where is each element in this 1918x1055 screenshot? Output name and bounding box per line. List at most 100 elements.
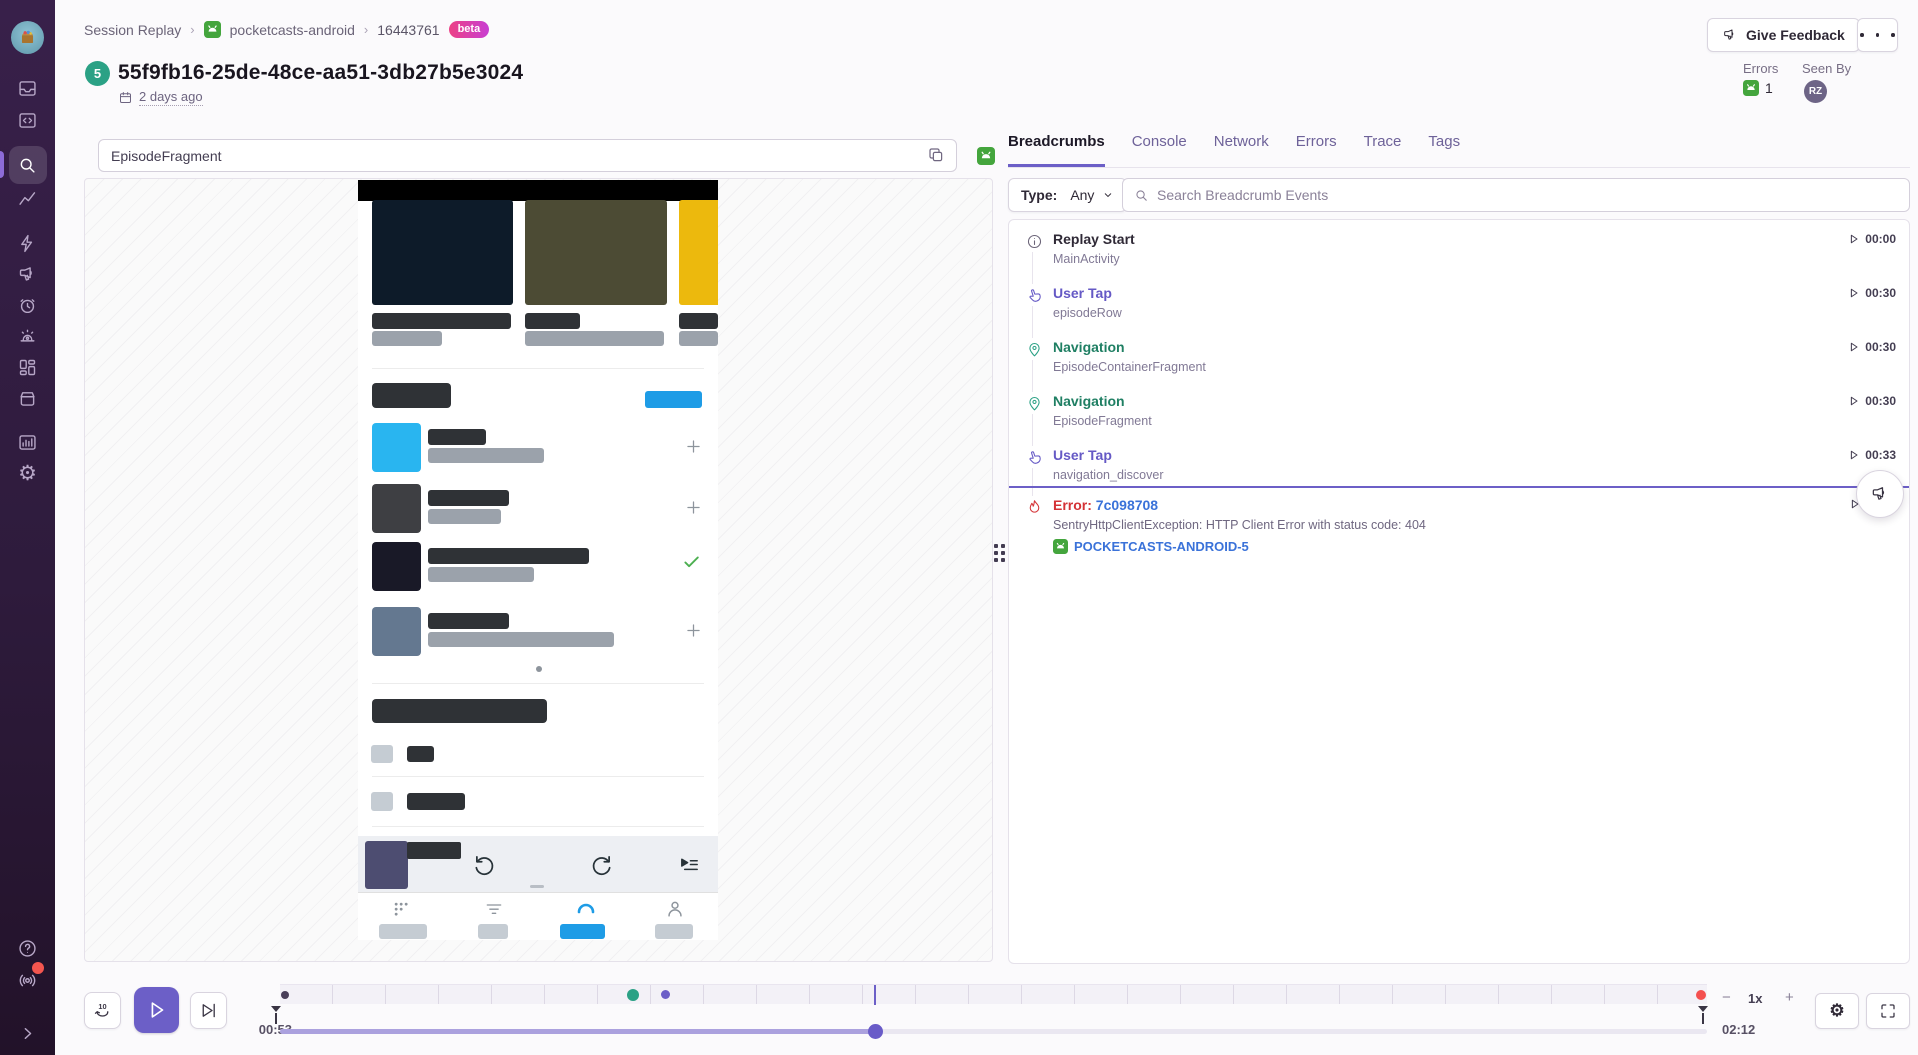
nav-discover-icon bbox=[574, 898, 598, 927]
speed-decrease-button[interactable]: − bbox=[1722, 989, 1731, 1006]
breadcrumb-search-input[interactable] bbox=[1157, 187, 1898, 203]
play-button[interactable] bbox=[134, 987, 179, 1033]
tab-trace[interactable]: Trace bbox=[1364, 133, 1402, 167]
error-issue-link[interactable]: POCKETCASTS-ANDROID-5 bbox=[1053, 539, 1249, 554]
sidebar-settings-icon[interactable]: ⚙ bbox=[0, 463, 55, 484]
wireframe-block-active bbox=[560, 924, 605, 939]
sidebar-stats-icon[interactable] bbox=[0, 188, 55, 209]
wireframe-block bbox=[372, 699, 547, 723]
sidebar-insights-icon[interactable] bbox=[0, 432, 55, 453]
calendar-icon bbox=[118, 90, 133, 105]
panel-resize-handle[interactable] bbox=[994, 544, 1006, 566]
event-timestamp[interactable]: 00:00 bbox=[1848, 232, 1896, 246]
wireframe-card bbox=[525, 200, 667, 305]
type-filter-dropdown[interactable]: Type: Any bbox=[1008, 178, 1127, 212]
event-row-error[interactable]: Error: 7c098708 SentryHttpClientExceptio… bbox=[1009, 492, 1909, 576]
nav-grid-icon bbox=[392, 900, 412, 925]
give-feedback-label: Give Feedback bbox=[1746, 27, 1845, 43]
sidebar-dashboards-icon[interactable] bbox=[0, 357, 55, 378]
error-id-link[interactable]: 7c098708 bbox=[1096, 497, 1158, 513]
play-icon bbox=[1848, 395, 1860, 407]
tab-errors[interactable]: Errors bbox=[1296, 133, 1337, 167]
copy-icon[interactable] bbox=[926, 146, 946, 166]
tab-breadcrumbs[interactable]: Breadcrumbs bbox=[1008, 133, 1105, 167]
tab-network[interactable]: Network bbox=[1214, 133, 1269, 167]
sidebar-alerts-icon[interactable] bbox=[0, 326, 55, 347]
replay-viewer[interactable] bbox=[84, 178, 993, 962]
wireframe-block bbox=[371, 745, 393, 763]
sidebar-releases-icon[interactable] bbox=[0, 388, 55, 409]
wireframe-block bbox=[428, 548, 589, 564]
sidebar-performance-icon[interactable] bbox=[0, 233, 55, 254]
sidebar-explore-icon[interactable] bbox=[0, 110, 55, 131]
timeline-navigation-marker[interactable] bbox=[627, 989, 639, 1001]
wireframe-block bbox=[407, 842, 461, 859]
player-settings-button[interactable]: ⚙ bbox=[1815, 993, 1859, 1029]
breadcrumb-session-replay[interactable]: Session Replay bbox=[84, 22, 181, 38]
event-timestamp[interactable]: 00:33 bbox=[1848, 448, 1896, 462]
wireframe-button bbox=[645, 391, 702, 408]
event-description: episodeRow bbox=[1053, 306, 1122, 320]
give-feedback-button[interactable]: Give Feedback bbox=[1707, 18, 1860, 52]
timeline-error-marker[interactable] bbox=[1696, 990, 1706, 1000]
timeline-minimap[interactable] bbox=[280, 984, 1707, 1004]
org-avatar[interactable] bbox=[11, 21, 44, 54]
wireframe-thumbnail bbox=[372, 423, 421, 472]
check-icon bbox=[682, 552, 702, 577]
event-timestamp[interactable]: 00:30 bbox=[1848, 286, 1896, 300]
speed-value: 1x bbox=[1748, 991, 1762, 1006]
event-row-navigation[interactable]: Navigation EpisodeFragment 00:30 bbox=[1009, 388, 1909, 440]
timeline-start-marker[interactable] bbox=[281, 991, 289, 999]
event-title: Navigation bbox=[1053, 393, 1125, 409]
breadcrumb-search bbox=[1122, 178, 1910, 212]
speed-increase-button[interactable]: + bbox=[1785, 989, 1794, 1006]
more-options-button[interactable] bbox=[1857, 18, 1898, 52]
replay-timestamp[interactable]: 2 days ago bbox=[118, 89, 203, 106]
feedback-fab-button[interactable] bbox=[1856, 470, 1904, 518]
sidebar-feedback-icon[interactable] bbox=[0, 264, 55, 285]
sidebar-whats-new-icon[interactable] bbox=[0, 970, 55, 991]
wireframe-thumbnail bbox=[372, 484, 421, 533]
error-description: SentryHttpClientException: HTTP Client E… bbox=[1053, 518, 1426, 532]
rewind-10s-button[interactable]: 10 bbox=[84, 992, 121, 1029]
avatar[interactable]: RZ bbox=[1804, 80, 1827, 103]
trim-handle-right[interactable] bbox=[1697, 1006, 1709, 1024]
wireframe-block bbox=[655, 924, 693, 939]
trim-handle-left[interactable] bbox=[270, 1006, 282, 1024]
event-timestamp[interactable]: 00:30 bbox=[1848, 394, 1896, 408]
wireframe-card bbox=[372, 200, 513, 305]
time-ago-label: 2 days ago bbox=[139, 89, 203, 106]
event-title: User Tap bbox=[1053, 285, 1112, 301]
dom-search-input[interactable] bbox=[98, 139, 957, 172]
chevron-right-icon: › bbox=[190, 22, 194, 37]
sidebar-issues-icon[interactable] bbox=[0, 78, 55, 99]
sidebar-help-icon[interactable] bbox=[0, 938, 55, 959]
event-timestamp[interactable]: 00:30 bbox=[1848, 340, 1896, 354]
wireframe-block bbox=[372, 313, 511, 329]
sidebar-replays-icon[interactable] bbox=[0, 295, 55, 316]
event-row-navigation[interactable]: Navigation EpisodeContainerFragment 00:3… bbox=[1009, 334, 1909, 386]
wireframe-card bbox=[679, 200, 718, 305]
tab-tags[interactable]: Tags bbox=[1428, 133, 1460, 167]
fullscreen-button[interactable] bbox=[1866, 993, 1910, 1029]
sidebar: ⚙ bbox=[0, 0, 55, 1055]
wireframe-block bbox=[372, 331, 442, 346]
skip-to-end-button[interactable] bbox=[190, 992, 227, 1029]
play-icon bbox=[1848, 341, 1860, 353]
sidebar-search-icon[interactable] bbox=[0, 155, 55, 176]
event-row-replay-start[interactable]: Replay Start MainActivity 00:00 bbox=[1009, 226, 1909, 278]
tap-icon bbox=[1023, 446, 1045, 468]
tab-console[interactable]: Console bbox=[1132, 133, 1187, 167]
fire-icon bbox=[1023, 496, 1045, 518]
timeline-tap-marker[interactable] bbox=[661, 990, 670, 999]
progress-thumb[interactable] bbox=[868, 1024, 883, 1039]
divider bbox=[372, 826, 704, 827]
wireframe-block bbox=[372, 383, 451, 408]
megaphone-icon bbox=[1870, 484, 1890, 504]
event-description: navigation_discover bbox=[1053, 468, 1164, 482]
sidebar-collapse-icon[interactable] bbox=[0, 1023, 55, 1044]
nav-filter-icon bbox=[484, 900, 504, 925]
progress-bar[interactable] bbox=[280, 1029, 1707, 1034]
breadcrumb-project[interactable]: pocketcasts-android bbox=[230, 22, 355, 38]
event-row-user-tap[interactable]: User Tap episodeRow 00:30 bbox=[1009, 280, 1909, 332]
